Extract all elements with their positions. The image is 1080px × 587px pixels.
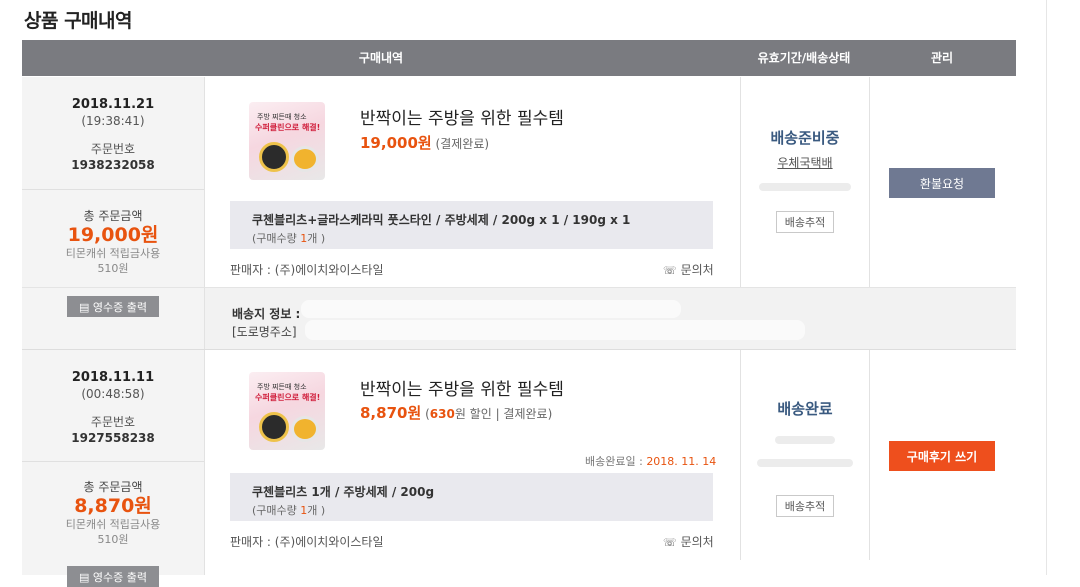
order-date: 2018.11.21: [71, 97, 155, 112]
delivery-state: 배송준비중: [770, 129, 840, 147]
product-name[interactable]: 반짝이는 주방을 위한 필수템: [360, 104, 564, 129]
cash-label: 티몬캐쉬 적립금사용: [65, 518, 161, 531]
receipt-icon: ▤: [79, 300, 93, 314]
order-row: 2018.11.21 (19:38:41) 주문번호 1938232058 총 …: [22, 77, 1016, 349]
masked-carrier: [775, 436, 835, 444]
product-price: 19,000원 (결제완료): [360, 134, 490, 152]
receipt-area: ▤ 영수증 출력: [22, 287, 205, 349]
product-name[interactable]: 반짝이는 주방을 위한 필수템: [360, 375, 564, 400]
receipt-button[interactable]: ▤ 영수증 출력: [67, 566, 159, 587]
header-status: 유효기간/배송상태: [757, 51, 851, 65]
order-number-label: 주문번호: [90, 415, 136, 429]
order-row: 2018.11.11 (00:48:58) 주문번호 1927558238 총 …: [22, 350, 1016, 587]
page-right-border: [1046, 0, 1047, 575]
manage-area: 환불요청: [868, 77, 1016, 287]
header-manage: 관리: [930, 51, 954, 65]
contact-link[interactable]: ☏ 문의처: [663, 533, 714, 550]
total-amount: 8,870원: [74, 495, 152, 517]
order-summary: 2018.11.21 (19:38:41) 주문번호 1938232058 총 …: [22, 77, 205, 287]
order-number-label: 주문번호: [90, 142, 136, 156]
tracking-number: [757, 459, 853, 467]
option-quantity: (구매수량 1개 ): [252, 232, 326, 245]
product-jar-image: [259, 142, 289, 172]
summary-divider: [22, 461, 204, 462]
header-purchase: 구매내역: [358, 51, 404, 65]
receipt-icon: ▤: [79, 570, 93, 584]
total-label: 총 주문금액: [83, 480, 143, 494]
product-jar-image: [291, 146, 319, 172]
seller-name: 판매자 : (주)에이치와이스타일: [230, 535, 384, 549]
track-button[interactable]: 배송추적: [775, 211, 835, 233]
order-date: 2018.11.11: [71, 370, 155, 385]
product-thumbnail[interactable]: 주방 찌든때 청소 수퍼클린으로 해결!: [249, 372, 325, 450]
phone-icon: ☏: [663, 264, 677, 277]
page-title: 상품 구매내역: [24, 10, 133, 32]
track-button[interactable]: 배송추적: [775, 495, 835, 517]
product-jar-image: [291, 416, 319, 442]
contact-link[interactable]: ☏ 문의처: [663, 261, 714, 278]
seller-name: 판매자 : (주)에이치와이스타일: [230, 263, 384, 277]
total-amount: 19,000원: [67, 224, 159, 246]
product-thumbnail[interactable]: 주방 찌든때 청소 수퍼클린으로 해결!: [249, 102, 325, 180]
option-box: 쿠첸블리츠 1개 / 주방세제 / 200g (구매수량 1개 ): [230, 473, 713, 521]
option-quantity: (구매수량 1개 ): [252, 504, 326, 517]
cash-value: 510원: [97, 533, 129, 546]
order-number: 1938232058: [71, 158, 155, 172]
product-area: 주방 찌든때 청소 수퍼클린으로 해결! 반짝이는 주방을 위한 필수템 19,…: [205, 77, 740, 287]
phone-icon: ☏: [663, 536, 677, 549]
delivery-status: 배송준비중 우체국택배 배송추적: [740, 77, 870, 287]
option-name: 쿠첸블리츠 1개 / 주방세제 / 200g: [252, 485, 435, 499]
option-box: 쿠첸블리츠+글라스케라믹 풋스타인 / 주방세제 / 200g x 1 / 19…: [230, 201, 713, 249]
manage-area: 구매후기 쓰기: [868, 350, 1016, 560]
option-name: 쿠첸블리츠+글라스케라믹 풋스타인 / 주방세제 / 200g x 1 / 19…: [252, 213, 631, 227]
road-address-label: [도로명주소]: [232, 325, 297, 339]
product-jar-image: [259, 412, 289, 442]
total-label: 총 주문금액: [83, 209, 143, 223]
order-time: (00:48:58): [81, 387, 145, 401]
cash-value: 510원: [97, 262, 129, 275]
tracking-number: [759, 183, 851, 191]
order-number: 1927558238: [71, 431, 155, 445]
shipping-info-label: 배송지 정보 :: [232, 307, 301, 321]
summary-divider: [22, 189, 204, 190]
masked-address: [305, 320, 805, 340]
write-review-button[interactable]: 구매후기 쓰기: [889, 441, 995, 471]
receipt-button[interactable]: ▤ 영수증 출력: [67, 296, 159, 317]
product-price: 8,870원 (630원 할인 | 결제완료): [360, 404, 553, 422]
delivery-state: 배송완료: [777, 400, 833, 418]
ship-complete-date: 배송완료일 : 2018. 11. 14: [585, 455, 717, 468]
refund-button[interactable]: 환불요청: [889, 168, 995, 198]
order-summary: 2018.11.11 (00:48:58) 주문번호 1927558238 총 …: [22, 350, 205, 587]
masked-address: [301, 300, 681, 318]
shipping-info: 배송지 정보 : [도로명주소]: [205, 287, 1016, 349]
delivery-status: 배송완료 배송추적: [740, 350, 870, 560]
table-header: 구매내역 유효기간/배송상태 관리: [22, 40, 1016, 76]
product-area: 주방 찌든때 청소 수퍼클린으로 해결! 반짝이는 주방을 위한 필수템 8,8…: [205, 350, 740, 560]
carrier-link[interactable]: 우체국택배: [741, 154, 869, 171]
order-time: (19:38:41): [81, 114, 145, 128]
cash-label: 티몬캐쉬 적립금사용: [65, 247, 161, 260]
